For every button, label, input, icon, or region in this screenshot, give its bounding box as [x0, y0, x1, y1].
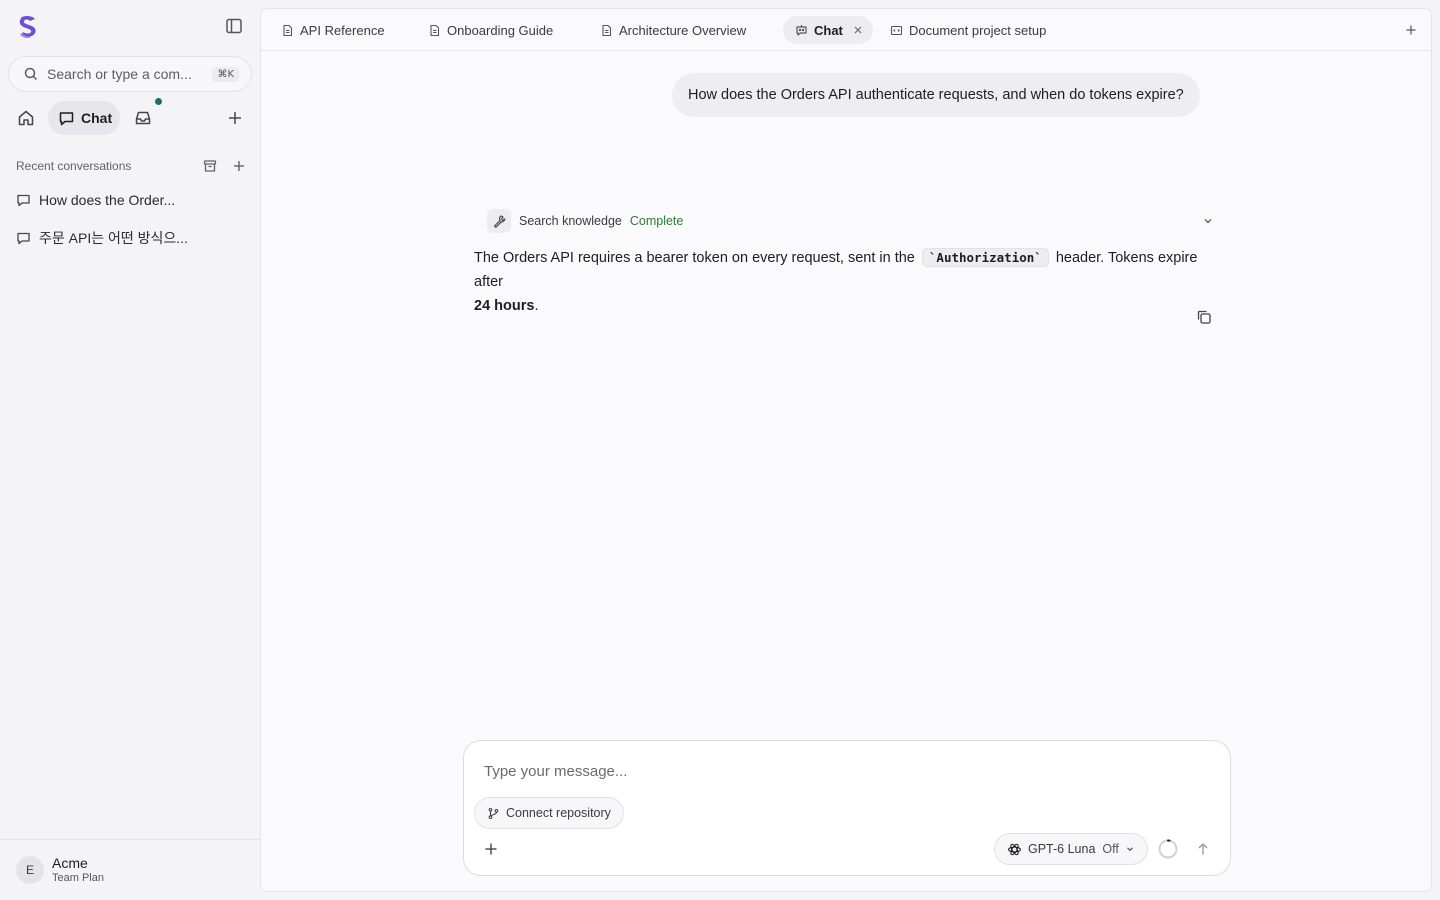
- connect-repository-label: Connect repository: [506, 806, 611, 820]
- app-logo[interactable]: [16, 14, 40, 40]
- conversation-label: 주문 API는 어떤 방식으...: [39, 230, 188, 246]
- new-tab-icon[interactable]: [1405, 24, 1417, 36]
- inline-code: `Authorization`: [921, 248, 1049, 267]
- nav-chat-button[interactable]: Chat: [48, 101, 120, 135]
- conversation-item[interactable]: 주문 API는 어떤 방식으...: [16, 226, 246, 250]
- wrench-icon: [487, 209, 511, 233]
- sidebar-collapse-icon[interactable]: [224, 16, 244, 36]
- search-shortcut-badge: ⌘K: [212, 66, 239, 82]
- plus-icon[interactable]: [484, 842, 498, 856]
- conversation-label: How does the Order...: [39, 192, 176, 208]
- primary-nav: Chat: [8, 98, 252, 136]
- new-item-icon[interactable]: [226, 109, 244, 127]
- message-composer: Connect repository GPT-6 Luna Off: [463, 740, 1231, 876]
- document-icon: [600, 24, 613, 37]
- tab-label: Document project setup: [909, 22, 1047, 38]
- tab-label: Architecture Overview: [619, 22, 747, 38]
- message-input[interactable]: [484, 759, 1184, 783]
- model-name: GPT-6 Luna: [1028, 842, 1096, 856]
- loading-spinner-icon: [1157, 838, 1179, 860]
- chat-bubble-icon: [58, 110, 75, 127]
- new-conversation-icon[interactable]: [232, 159, 246, 173]
- copy-icon[interactable]: [1195, 308, 1213, 326]
- tool-status: Complete: [629, 214, 684, 228]
- archive-icon[interactable]: [202, 158, 218, 174]
- inbox-notification-dot: [155, 98, 162, 105]
- recent-conversations-header: Recent conversations: [16, 157, 252, 175]
- search-icon: [23, 66, 39, 82]
- inbox-icon[interactable]: [134, 109, 152, 127]
- account-plan: Team Plan: [52, 872, 104, 884]
- user-message: How does the Orders API authenticate req…: [672, 73, 1200, 117]
- tool-call-row[interactable]: Search knowledge Complete: [487, 209, 1215, 233]
- chevron-down-icon: [1125, 844, 1135, 854]
- search-placeholder: Search or type a com...: [47, 66, 192, 82]
- model-selector[interactable]: GPT-6 Luna Off: [994, 833, 1148, 865]
- tab-api-reference[interactable]: API Reference: [281, 16, 385, 44]
- document-code-icon: [890, 24, 903, 37]
- account-name: Acme: [52, 855, 88, 871]
- close-icon[interactable]: [853, 25, 863, 35]
- answer-emphasis: 24 hours: [474, 298, 535, 314]
- tab-label: Onboarding Guide: [447, 22, 554, 38]
- sidebar: Search or type a com... ⌘K Chat Recent c…: [0, 0, 260, 900]
- tab-architecture-overview[interactable]: Architecture Overview: [600, 16, 746, 44]
- tab-bar: API Reference Onboarding Guide Architect…: [261, 9, 1431, 51]
- chat-bot-icon: [795, 24, 808, 37]
- avatar: E: [16, 856, 44, 884]
- model-mode: Off: [1102, 842, 1119, 856]
- nav-chat-label: Chat: [81, 110, 113, 126]
- answer-text: The Orders API requires a bearer token o…: [474, 250, 919, 266]
- home-icon[interactable]: [16, 108, 36, 128]
- account-switcher[interactable]: E Acme Team Plan: [0, 839, 260, 900]
- chat-bubble-icon: [16, 193, 31, 208]
- conversation-item[interactable]: How does the Order...: [16, 188, 246, 212]
- tab-document-project-setup[interactable]: Document project setup: [890, 16, 1046, 44]
- assistant-answer: The Orders API requires a bearer token o…: [474, 246, 1219, 318]
- document-icon: [428, 24, 441, 37]
- git-branch-icon: [488, 807, 499, 819]
- main-panel: API Reference Onboarding Guide Architect…: [260, 8, 1432, 892]
- send-arrow-icon[interactable]: [1196, 842, 1210, 856]
- chevron-down-icon[interactable]: [1201, 214, 1215, 228]
- answer-text: .: [534, 298, 539, 314]
- model-logo-icon: [1007, 842, 1022, 857]
- recent-conversations-title: Recent conversations: [16, 159, 132, 173]
- tab-onboarding-guide[interactable]: Onboarding Guide: [428, 16, 553, 44]
- tab-label: Chat: [814, 22, 843, 38]
- tab-label: API Reference: [300, 22, 385, 38]
- command-search[interactable]: Search or type a com... ⌘K: [8, 56, 252, 92]
- tool-name: Search knowledge: [519, 214, 622, 228]
- chat-bubble-icon: [16, 231, 31, 246]
- document-icon: [281, 24, 294, 37]
- tab-chat[interactable]: Chat: [783, 16, 873, 44]
- connect-repository-button[interactable]: Connect repository: [474, 797, 624, 829]
